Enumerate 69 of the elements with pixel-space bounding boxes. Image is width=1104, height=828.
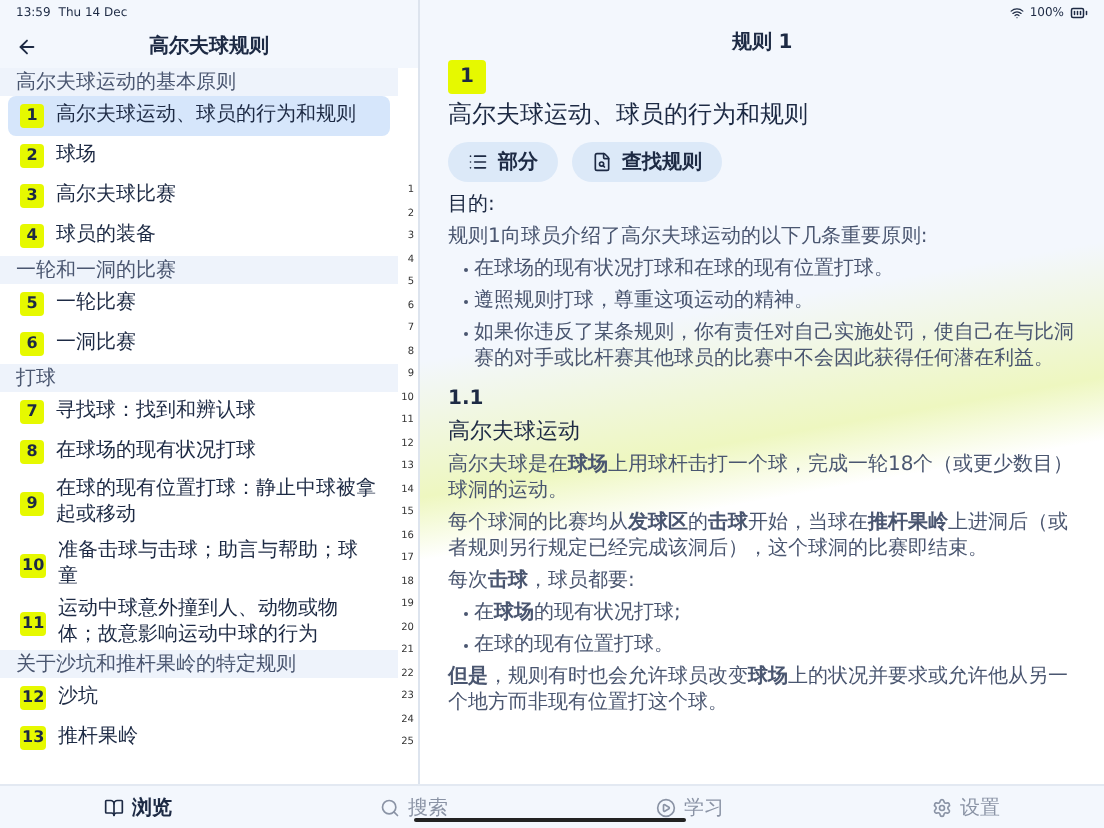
document-search-icon bbox=[592, 151, 612, 172]
rule-number: 13 bbox=[20, 726, 47, 750]
rule-title: 在球场的现有状况打球 bbox=[56, 439, 256, 465]
rule-number: 4 bbox=[20, 224, 44, 248]
rule-number: 9 bbox=[20, 491, 44, 515]
rule-number: 10 bbox=[20, 553, 47, 577]
rule-number: 7 bbox=[20, 400, 44, 424]
paragraph: 高尔夫球是在球场上用球杆击打一个球，完成一轮18个（或更少数目）球洞的运动。 bbox=[448, 453, 1074, 502]
bullet-text: 在球场的现有状况打球和在球的现有位置打球。 bbox=[474, 255, 894, 282]
section-heading: 高尔夫球运动的基本原则 bbox=[0, 68, 398, 96]
rule-item[interactable]: 12 沙坑 bbox=[8, 678, 390, 718]
rule-number: 6 bbox=[20, 332, 44, 356]
rule-title: 一洞比赛 bbox=[56, 331, 136, 357]
rule-item[interactable]: 1 高尔夫球运动、球员的行为和规则 bbox=[8, 96, 390, 136]
section-heading: 打球 bbox=[0, 364, 398, 392]
search-icon bbox=[380, 797, 400, 817]
rule-number: 2 bbox=[20, 144, 44, 168]
list-icon bbox=[468, 151, 488, 172]
rule-number: 8 bbox=[20, 440, 44, 464]
rule-item[interactable]: 8 在球场的现有状况打球 bbox=[8, 432, 390, 472]
rule-item[interactable]: 4 球员的装备 bbox=[8, 216, 390, 256]
bullet-text: 在球的现有位置打球。 bbox=[474, 631, 674, 658]
section-heading: 一轮和一洞的比赛 bbox=[0, 256, 398, 284]
bullet-text: 遵照规则打球，尊重这项运动的精神。 bbox=[474, 287, 814, 314]
purpose-label: 目的: bbox=[448, 191, 497, 218]
rule-title: 沙坑 bbox=[58, 685, 99, 711]
rule-number: 12 bbox=[20, 686, 47, 710]
paragraph: 但是，规则有时也会允许球员改变球场上的状况并要求或允许他从另一个地方而非现有位置打这个球。 bbox=[448, 665, 1068, 714]
rule-number: 1 bbox=[448, 60, 486, 94]
section-number: 1.1 bbox=[448, 385, 486, 412]
rule-title: 一轮比赛 bbox=[56, 291, 136, 317]
rule-heading: 高尔夫球运动、球员的行为和规则 bbox=[448, 100, 810, 132]
rule-title: 运动中球意外撞到人、动物或物体；故意影响运动中球的行为 bbox=[58, 598, 341, 648]
rule-item[interactable]: 7 寻找球：找到和辨认球 bbox=[8, 392, 390, 432]
rule-item[interactable]: 5 一轮比赛 bbox=[8, 284, 390, 324]
rule-title: 球员的装备 bbox=[56, 223, 156, 249]
rule-title: 在球的现有位置打球：静止中球被拿起或移动 bbox=[56, 478, 378, 528]
rule-item[interactable]: 13 推杆果岭 bbox=[8, 718, 390, 758]
rule-title: 推杆果岭 bbox=[58, 725, 139, 751]
wifi-icon bbox=[1009, 5, 1024, 19]
section-title: 高尔夫球运动 bbox=[448, 417, 582, 446]
rule-item[interactable]: 3 高尔夫球比赛 bbox=[8, 176, 390, 216]
sections-button[interactable]: 部分 bbox=[448, 141, 558, 182]
play-icon bbox=[656, 797, 676, 817]
rule-title: 高尔夫球运动、球员的行为和规则 bbox=[56, 103, 356, 129]
rule-title: 高尔夫球比赛 bbox=[56, 183, 176, 209]
rule-title: 准备击球与击球；助言与帮助；球童 bbox=[58, 540, 361, 590]
back-icon[interactable] bbox=[16, 35, 38, 57]
book-icon bbox=[104, 797, 124, 817]
sidebar-title: 高尔夫球规则 bbox=[147, 32, 271, 60]
detail-title: 规则 1 bbox=[729, 29, 795, 56]
rule-number: 1 bbox=[20, 104, 44, 128]
rule-number: 5 bbox=[20, 292, 44, 316]
rule-number: 11 bbox=[20, 611, 47, 635]
bullet-text: 如果你违反了某条规则，你有责任对自己实施处罚，使自己在与比洞赛的对手或比杆赛其他球员的比赛中不会因此获得任何潜在利益。 bbox=[474, 319, 1076, 372]
find-rule-button[interactable]: 查找规则 bbox=[572, 141, 722, 182]
paragraph: 每个球洞的比赛均从发球区的击球开始，当球在推杆果岭上进洞后（或者规则另行规定已经完成该洞后），这个球洞的比赛即结束。 bbox=[448, 511, 1068, 560]
purpose-intro: 规则1向球员介绍了高尔夫球运动的以下几条重要原则: bbox=[448, 223, 930, 250]
rule-item[interactable]: 2 球场 bbox=[8, 136, 390, 176]
settings-icon bbox=[932, 797, 952, 817]
rule-number: 3 bbox=[20, 184, 44, 208]
battery-icon bbox=[1070, 3, 1088, 21]
section-heading: 关于沙坑和推杆果岭的特定规则 bbox=[0, 650, 398, 678]
rule-title: 寻找球：找到和辨认球 bbox=[56, 399, 256, 425]
paragraph: 每次击球，球员都要: bbox=[448, 569, 635, 592]
bullet-text: 在球场的现有状况打球; bbox=[474, 599, 681, 626]
rule-item[interactable]: 6 一洞比赛 bbox=[8, 324, 390, 364]
tab-bar-item[interactable]: 浏览 bbox=[0, 786, 276, 828]
rule-title: 球场 bbox=[56, 143, 96, 169]
